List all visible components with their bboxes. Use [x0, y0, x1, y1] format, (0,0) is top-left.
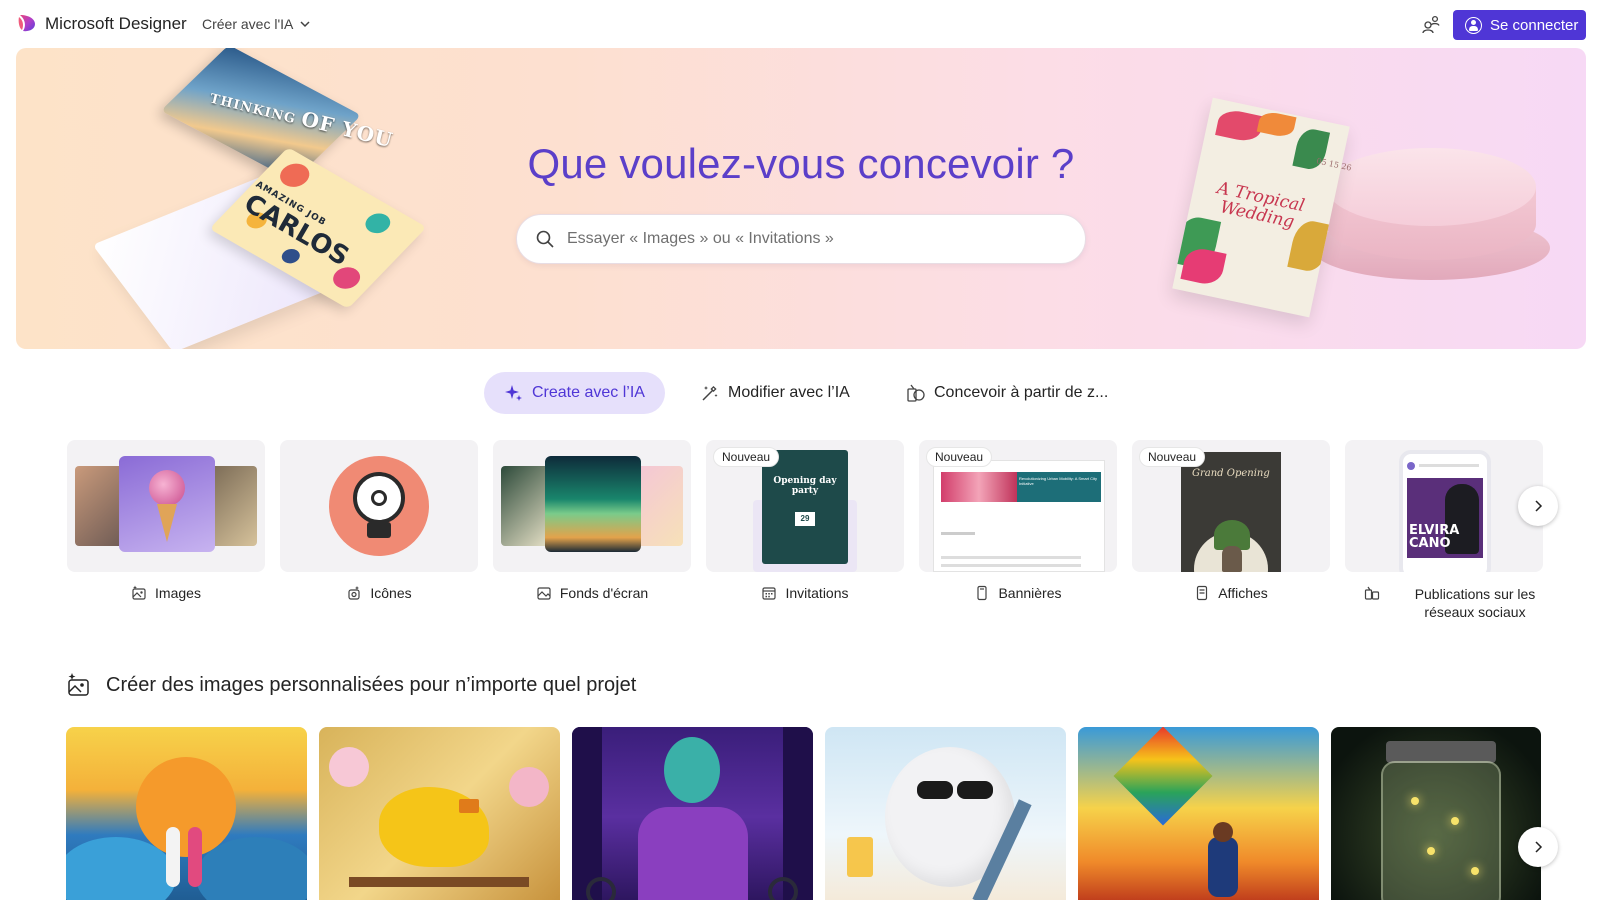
top-bar: Microsoft Designer Créer avec l'IA Se co…: [0, 0, 1600, 48]
category-thumbnail: ELVIRA CANO: [1345, 440, 1543, 572]
share-people-icon[interactable]: [1420, 13, 1442, 35]
social-post-icon: [1364, 586, 1380, 600]
design-shapes-icon: [907, 384, 925, 402]
gallery-image[interactable]: [1331, 727, 1541, 900]
poster-card-text: Grand Opening: [1192, 468, 1270, 479]
category-thumbnail: [493, 440, 691, 572]
tab-edit-with-ai[interactable]: Modifier avec l’IA: [680, 372, 870, 414]
create-with-ai-menu[interactable]: Créer avec l'IA: [202, 16, 311, 32]
category-invitations[interactable]: Nouveau Opening day party 29 Invitations: [706, 440, 904, 625]
poster-icon: [1197, 585, 1208, 601]
calendar-icon: [762, 587, 777, 600]
category-banners[interactable]: Nouveau Revolutionizing Urban Mobility: …: [919, 440, 1117, 625]
category-label: Fonds d'écran: [493, 585, 691, 601]
tab-design-from-scratch[interactable]: Concevoir à partir de z...: [886, 372, 1128, 414]
gallery-image[interactable]: [1078, 727, 1319, 900]
category-icons[interactable]: Icônes: [280, 440, 478, 625]
category-social-posts[interactable]: ELVIRA CANO Publications sur les réseaux…: [1345, 440, 1543, 625]
banner-card-text: Revolutionizing Urban Mobility: A Smart …: [1019, 476, 1098, 486]
category-images[interactable]: Images: [67, 440, 265, 625]
tab-label: Create avec l’IA: [532, 384, 645, 401]
new-badge: Nouveau: [713, 447, 780, 467]
category-label: Affiches: [1132, 585, 1330, 601]
category-label: Images: [67, 585, 265, 601]
gallery-image[interactable]: [825, 727, 1066, 900]
tab-label: Modifier avec l’IA: [728, 384, 850, 401]
brand-name: Microsoft Designer: [45, 14, 187, 33]
category-label: Publications sur les réseaux sociaux: [1353, 585, 1551, 621]
category-thumbnail: [280, 440, 478, 572]
hero-banner: THINKING OF YOU AMAZING JOB CARLOS Que v…: [16, 48, 1586, 349]
category-thumbnail: [67, 440, 265, 572]
magic-wand-icon: [702, 385, 718, 401]
search-box[interactable]: [516, 214, 1086, 264]
gallery-image[interactable]: [66, 727, 307, 900]
image-sparkle-icon: [132, 585, 146, 600]
new-badge: Nouveau: [1139, 447, 1206, 467]
image-sparkle-icon: [68, 673, 89, 696]
banner-icon: [977, 585, 988, 601]
image-gallery: [0, 727, 1600, 900]
sparkle-icon: [505, 385, 522, 401]
gallery-next-button[interactable]: [1518, 827, 1558, 867]
chevron-right-icon: [1535, 841, 1543, 853]
category-label: Invitations: [706, 585, 904, 601]
designer-logo-icon[interactable]: [17, 13, 37, 33]
category-posters[interactable]: Nouveau Grand Opening Affiches: [1132, 440, 1330, 625]
search-icon: [536, 230, 554, 248]
categories-next-button[interactable]: [1518, 486, 1558, 526]
mode-tabs: Create avec l’IA Modifier avec l’IA Conc…: [0, 372, 1600, 414]
user-avatar-icon: [1465, 16, 1482, 34]
section-heading: Créer des images personnalisées pour n’i…: [66, 672, 636, 698]
gallery-image[interactable]: [319, 727, 560, 900]
category-carousel: Images Icônes Fonds d'écran Nouveau Open…: [0, 440, 1600, 630]
invitation-card-text: Opening day party: [773, 476, 837, 496]
tab-label: Concevoir à partir de z...: [934, 384, 1109, 401]
category-wallpapers[interactable]: Fonds d'écran: [493, 440, 691, 625]
category-label: Bannières: [919, 585, 1117, 601]
chevron-right-icon: [1535, 500, 1543, 512]
pedestal-top: [1326, 148, 1536, 226]
gallery-image[interactable]: [572, 727, 813, 900]
social-card-text-2: CANO: [1409, 536, 1451, 551]
chevron-down-icon: [300, 21, 310, 28]
category-label: Icônes: [280, 585, 478, 601]
sign-in-button[interactable]: Se connecter: [1453, 10, 1586, 40]
create-menu-label: Créer avec l'IA: [202, 16, 294, 32]
section-title: Créer des images personnalisées pour n’i…: [106, 673, 637, 696]
wallpaper-icon: [537, 587, 551, 600]
tab-create-with-ai[interactable]: Create avec l’IA: [484, 372, 665, 414]
search-input[interactable]: [567, 230, 1037, 248]
sign-in-label: Se connecter: [1490, 16, 1579, 34]
icons-icon: [348, 586, 360, 600]
invitation-card-date: 29: [795, 512, 815, 526]
new-badge: Nouveau: [926, 447, 993, 467]
